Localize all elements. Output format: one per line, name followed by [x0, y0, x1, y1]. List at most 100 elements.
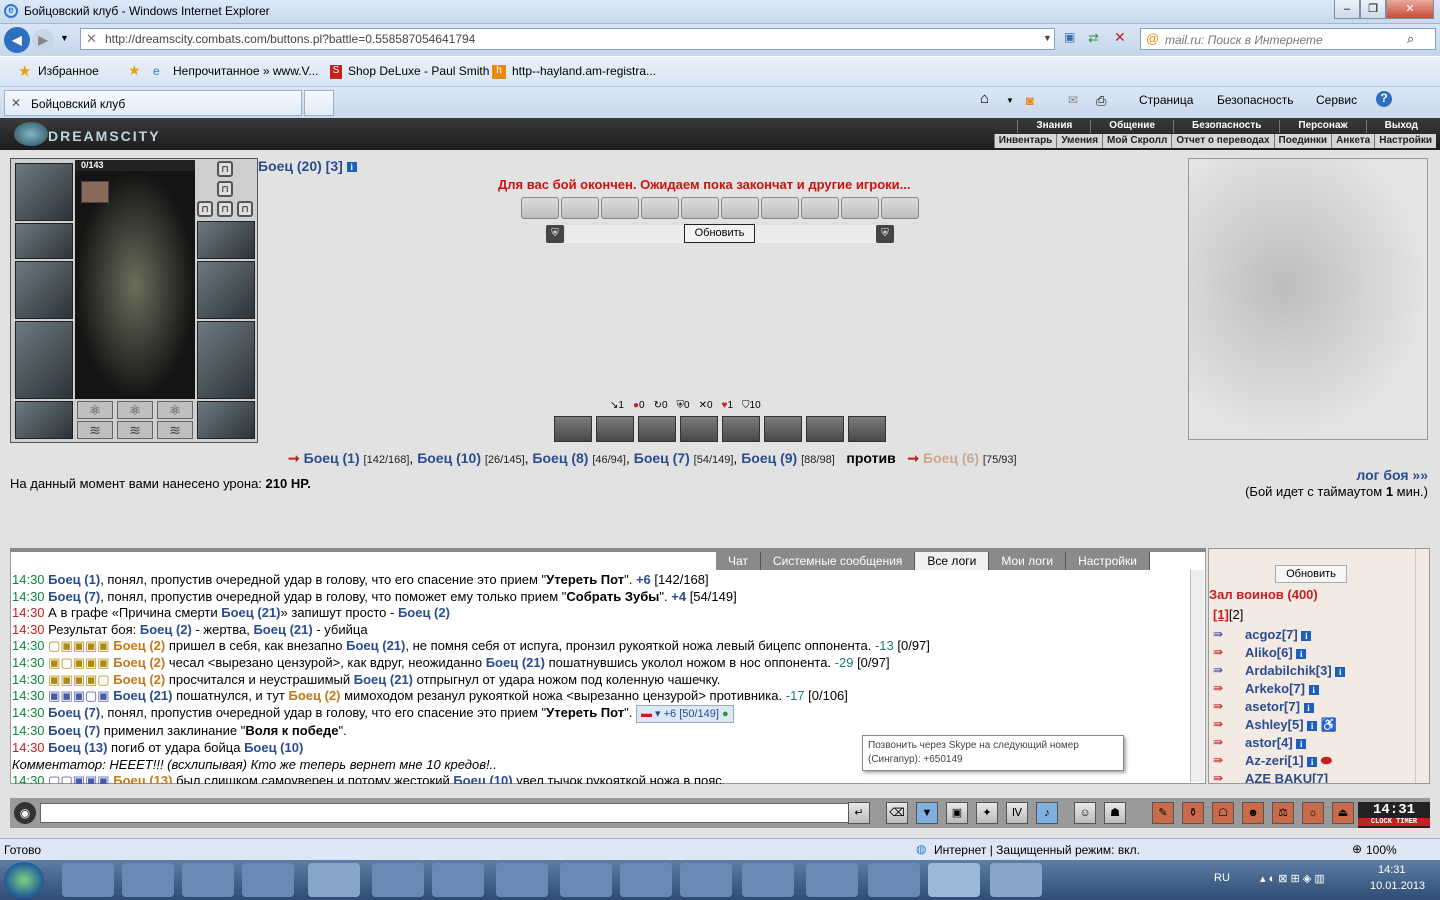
- taskbar-app-icon[interactable]: [122, 863, 174, 897]
- menu-inventory[interactable]: Инвентарь: [993, 134, 1057, 148]
- team1-fighter[interactable]: Боец (7): [634, 450, 690, 466]
- compat-view-icon[interactable]: ▣: [1064, 30, 1080, 48]
- friends-icon[interactable]: ☼: [1302, 802, 1324, 824]
- tab-system[interactable]: Системные сообщения: [760, 552, 916, 570]
- bracers-slot[interactable]: [197, 221, 255, 259]
- menu-transfers[interactable]: Отчет о переводах: [1171, 134, 1273, 148]
- scroll-slot[interactable]: [601, 197, 639, 219]
- team1-fighter[interactable]: Боец (10): [417, 450, 481, 466]
- print-icon[interactable]: ⎙: [1096, 93, 1106, 109]
- tab-all-logs[interactable]: Все логи: [915, 552, 990, 570]
- scroll-slot[interactable]: [561, 197, 599, 219]
- castle-icon[interactable]: ⚖: [1272, 802, 1294, 824]
- home-icon[interactable]: ⌂: [980, 90, 989, 107]
- log-scrollbar[interactable]: [1190, 570, 1204, 782]
- belt-slot[interactable]: [15, 401, 73, 439]
- taskbar-word-icon[interactable]: [990, 863, 1042, 897]
- taskbar-app-icon[interactable]: [742, 863, 794, 897]
- hall-refresh-button[interactable]: Обновить: [1275, 565, 1347, 583]
- forward-button[interactable]: ▶: [32, 29, 54, 51]
- skill-button[interactable]: [764, 416, 802, 442]
- menu-scroll[interactable]: Мой Скролл: [1102, 134, 1171, 148]
- language-indicator[interactable]: RU: [1214, 872, 1230, 884]
- scroll-slot[interactable]: [881, 197, 919, 219]
- scroll-slot[interactable]: [681, 197, 719, 219]
- menu-settings[interactable]: Настройки: [1374, 134, 1436, 148]
- taskbar-chrome-icon[interactable]: [308, 863, 360, 897]
- fighter-name[interactable]: Боец (20) [3] i: [258, 158, 357, 174]
- weapon-right-slot[interactable]: [197, 261, 255, 319]
- filter-icon[interactable]: ▼: [916, 802, 938, 824]
- menu-skills[interactable]: Умения: [1056, 134, 1102, 148]
- chat-input[interactable]: [40, 803, 855, 823]
- weapon-left-slot[interactable]: [15, 261, 73, 319]
- maximize-button[interactable]: ❐: [1360, 0, 1386, 19]
- taskbar-wifi-icon[interactable]: [620, 863, 672, 897]
- zoom-level[interactable]: 100%: [1366, 843, 1397, 857]
- menu-security[interactable]: Безопасность: [1173, 120, 1279, 133]
- team1-fighter[interactable]: Боец (9): [741, 450, 797, 466]
- hall-user[interactable]: AZE BAKU[7]: [1245, 771, 1328, 783]
- fighter-icon[interactable]: ✦: [976, 802, 998, 824]
- eraser-icon[interactable]: ⌫: [886, 802, 908, 824]
- team2-fighter[interactable]: Боец (6): [923, 450, 979, 466]
- help-icon[interactable]: ?: [1376, 91, 1392, 107]
- taskbar-ccleaner-icon[interactable]: [680, 863, 732, 897]
- taskbar-app-icon[interactable]: [62, 863, 114, 897]
- scroll-slot[interactable]: [761, 197, 799, 219]
- hall-user[interactable]: Ardabilchik[3] i: [1245, 663, 1346, 678]
- taskbar-ie-icon[interactable]: [928, 863, 980, 897]
- scroll-slot[interactable]: [521, 197, 559, 219]
- stop-icon[interactable]: ✕: [1114, 29, 1130, 47]
- favorite-link-2[interactable]: Shop DeLuxe - Paul Smith: [348, 64, 489, 78]
- hall-user[interactable]: acgoz[7] i: [1245, 627, 1312, 642]
- address-bar[interactable]: ✕ http://dreamscity.combats.com/buttons.…: [80, 28, 1055, 50]
- rune-slot-icon[interactable]: ⚛: [157, 401, 193, 419]
- skill-button[interactable]: [806, 416, 844, 442]
- skill-button[interactable]: [722, 416, 760, 442]
- tray-time[interactable]: 14:31: [1378, 864, 1406, 876]
- tray-date[interactable]: 10.01.2013: [1370, 880, 1425, 892]
- taskbar-hat-icon[interactable]: [432, 863, 484, 897]
- tab-fightclub[interactable]: ✕ Бойцовский клуб: [4, 90, 302, 116]
- feeds-icon[interactable]: ◙: [1026, 93, 1034, 108]
- battle-log-link[interactable]: лог боя »»: [1356, 467, 1428, 483]
- search-box[interactable]: @ mail.ru: Поиск в Интернете ⌕: [1140, 28, 1436, 50]
- scroll-slot[interactable]: [721, 197, 759, 219]
- tab-chat-settings[interactable]: Настройки: [1066, 552, 1150, 570]
- refresh-icon[interactable]: ⇄: [1088, 30, 1104, 48]
- speaker-icon[interactable]: ◉: [14, 802, 36, 824]
- rune-slot-icon[interactable]: ≋: [77, 421, 113, 439]
- refresh-button[interactable]: Обновить: [684, 224, 755, 243]
- skill-button[interactable]: [848, 416, 886, 442]
- team1-fighter[interactable]: Боец (8): [532, 450, 588, 466]
- helmet-icon[interactable]: ☗: [1104, 802, 1126, 824]
- address-dropdown-icon[interactable]: ▼: [1043, 33, 1052, 43]
- close-window-button[interactable]: ✕: [1386, 0, 1434, 19]
- taskbar-folder-icon[interactable]: [182, 863, 234, 897]
- minimize-button[interactable]: –: [1334, 0, 1360, 19]
- start-button[interactable]: [4, 862, 44, 898]
- tab-my-logs[interactable]: Мои логи: [989, 552, 1067, 570]
- taskbar-itunes-icon[interactable]: [868, 863, 920, 897]
- rune-slot-icon[interactable]: ≋: [117, 421, 153, 439]
- rune-slot-icon[interactable]: ⚛: [117, 401, 153, 419]
- save-icon[interactable]: ▣: [946, 802, 968, 824]
- gloves-slot[interactable]: [15, 223, 73, 259]
- mail-icon[interactable]: ✉: [1068, 93, 1078, 107]
- armor-slot[interactable]: [15, 321, 73, 399]
- command-page[interactable]: Страница: [1139, 93, 1193, 107]
- skill-button[interactable]: [554, 416, 592, 442]
- skype-highlight[interactable]: ▬ ▾ +6 [50/149] ●: [635, 704, 734, 724]
- skill-button[interactable]: [680, 416, 718, 442]
- menu-character[interactable]: Персонаж: [1279, 120, 1365, 133]
- favorite-link-3[interactable]: http--hayland.am-registra...: [512, 64, 656, 78]
- page-1-link[interactable]: [1]: [1213, 607, 1229, 622]
- hall-user[interactable]: astor[4] i: [1245, 735, 1307, 750]
- hall-user[interactable]: Aliko[6] i: [1245, 645, 1307, 660]
- team1-fighter[interactable]: Боец (1): [304, 450, 360, 466]
- menu-social[interactable]: Общение: [1090, 120, 1173, 133]
- command-safety[interactable]: Безопасность: [1217, 93, 1294, 107]
- taskbar-photoshop-icon[interactable]: [806, 863, 858, 897]
- taskbar-wow-icon[interactable]: [372, 863, 424, 897]
